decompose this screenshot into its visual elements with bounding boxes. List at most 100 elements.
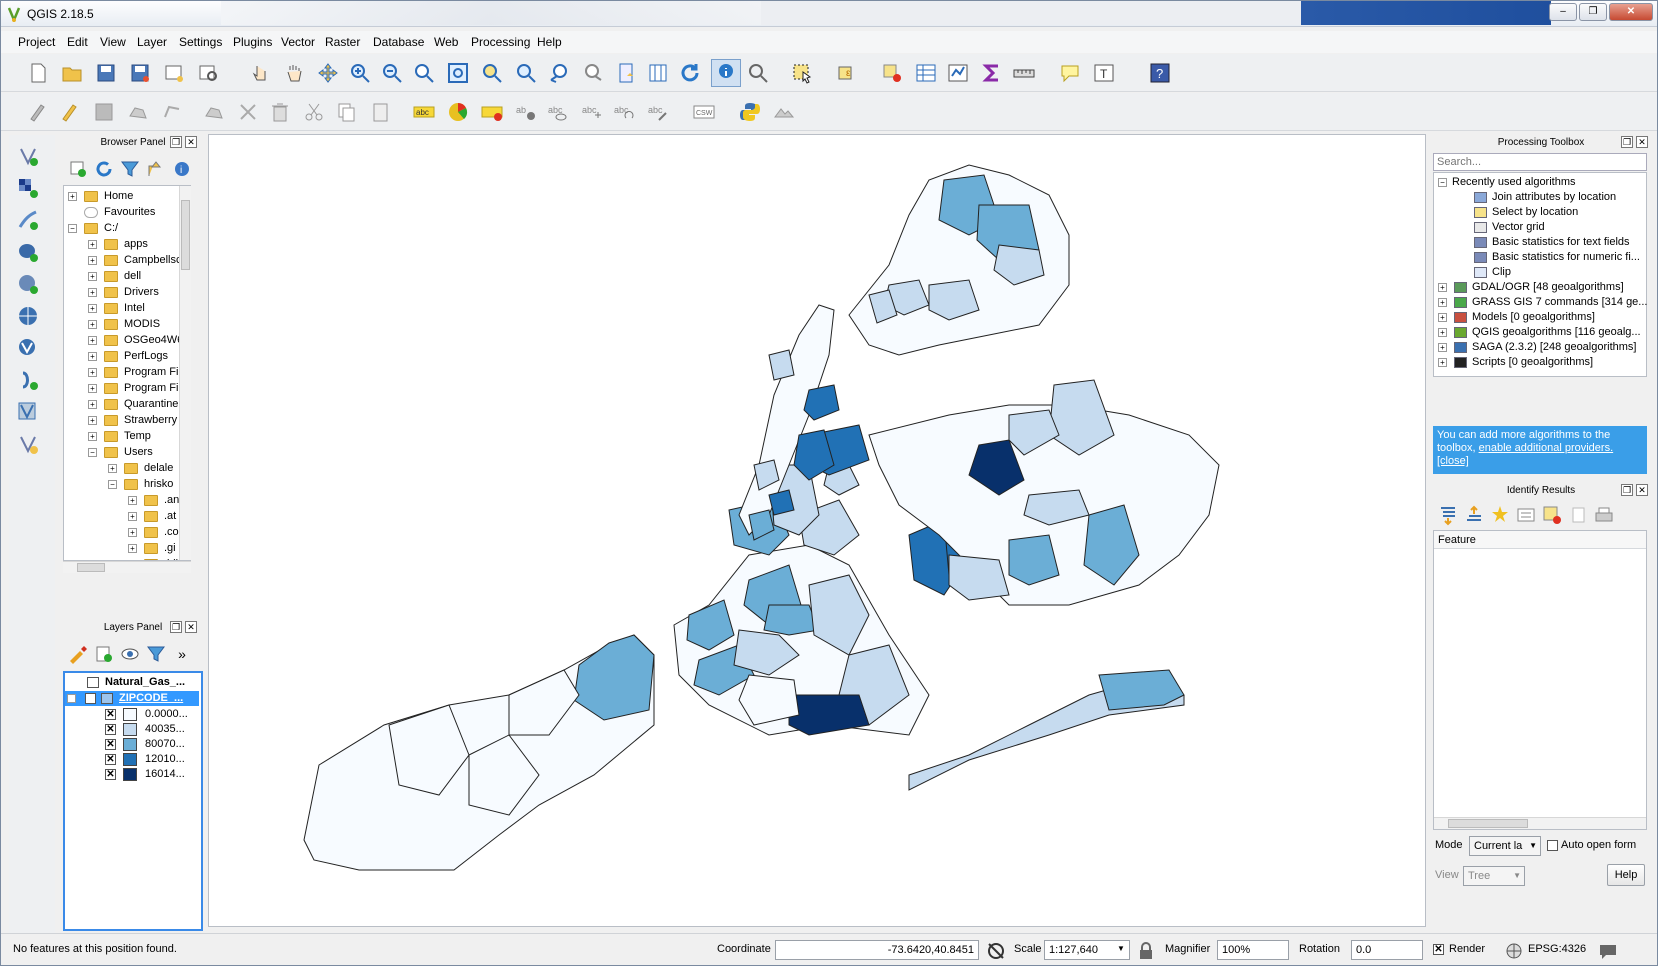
rotate-label-icon[interactable]: abc [611, 99, 637, 125]
show-hide-labels-icon[interactable]: abc [545, 99, 571, 125]
expand-icon[interactable]: + [88, 432, 97, 441]
help-button[interactable]: Help [1607, 864, 1645, 886]
new-shapefile-icon[interactable] [15, 431, 41, 457]
expand-icon[interactable]: − [68, 224, 77, 233]
zoom-full-icon[interactable] [445, 60, 471, 86]
menu-layer[interactable]: Layer [137, 35, 167, 49]
expand-icon[interactable]: + [88, 256, 97, 265]
move-label-icon[interactable]: abc [579, 99, 605, 125]
expand-icon[interactable]: + [1438, 283, 1447, 292]
close-info-link[interactable]: [close] [1437, 455, 1469, 467]
zipcode-polygon[interactable] [768, 349, 795, 381]
add-raster-layer-icon[interactable] [15, 175, 41, 201]
menu-view[interactable]: View [100, 35, 126, 49]
add-postgis-layer-icon[interactable] [15, 239, 41, 265]
zipcode-polygon[interactable] [763, 604, 820, 636]
legend-class-checkbox[interactable]: ✕ [105, 739, 116, 750]
filter-legend-icon[interactable] [143, 641, 169, 667]
current-edits-icon[interactable] [25, 99, 51, 125]
diagram-icon[interactable] [445, 99, 471, 125]
collapse-tree-icon[interactable] [1461, 502, 1487, 528]
identify-icon[interactable] [711, 59, 741, 87]
legend-class-checkbox[interactable]: ✕ [105, 769, 116, 780]
scroll-thumb[interactable] [1448, 819, 1528, 828]
expand-icon[interactable]: + [88, 384, 97, 393]
add-spatialite-layer-icon[interactable] [15, 271, 41, 297]
sum-icon[interactable] [979, 60, 1005, 86]
close-panel-button[interactable]: ✕ [185, 136, 197, 148]
zoom-in-icon[interactable] [347, 60, 373, 86]
menu-project[interactable]: Project [18, 35, 55, 49]
expand-icon[interactable]: + [88, 352, 97, 361]
properties-info-icon[interactable]: i [169, 156, 195, 182]
collapse-all-icon[interactable] [143, 156, 169, 182]
rotation-field[interactable]: 0.0 [1351, 940, 1423, 960]
zoom-to-layer-icon[interactable] [513, 60, 539, 86]
cut-icon[interactable] [301, 99, 327, 125]
node-tool-icon[interactable] [201, 99, 227, 125]
crs-label[interactable]: EPSG:4326 [1528, 943, 1586, 955]
copy-icon[interactable] [333, 99, 359, 125]
new-print-composer-icon[interactable] [161, 60, 187, 86]
lock-scale-icon[interactable] [1133, 938, 1159, 964]
minimize-button[interactable]: – [1549, 3, 1577, 21]
expand-icon[interactable]: + [88, 400, 97, 409]
menu-vector[interactable]: Vector [281, 35, 315, 49]
delete-selected-icon[interactable] [235, 99, 261, 125]
zoom-last-icon[interactable] [547, 60, 573, 86]
expand-icon[interactable]: + [108, 464, 117, 473]
zoom-to-selection-icon[interactable] [479, 60, 505, 86]
toolbox-search-input[interactable] [1433, 153, 1647, 171]
expand-icon[interactable]: + [88, 288, 97, 297]
move-feature-icon[interactable] [159, 99, 185, 125]
crs-globe-icon[interactable] [1501, 938, 1527, 964]
add-virtual-layer-icon[interactable] [15, 367, 41, 393]
maximize-button[interactable]: ❐ [1579, 3, 1607, 21]
python-icon[interactable] [737, 99, 763, 125]
clear-results-icon[interactable] [1539, 502, 1565, 528]
menu-edit[interactable]: Edit [67, 35, 88, 49]
menu-help[interactable]: Help [537, 35, 562, 49]
save-project-icon[interactable] [93, 60, 119, 86]
zipcode-polygon[interactable] [948, 554, 1010, 601]
expand-tree-icon[interactable] [1435, 502, 1461, 528]
deselect-icon[interactable] [879, 60, 905, 86]
layer-visibility-checkbox[interactable]: ✕ [85, 693, 96, 704]
zoom-native-icon[interactable] [411, 60, 437, 86]
map-canvas[interactable] [208, 134, 1426, 927]
add-group-icon[interactable] [91, 641, 117, 667]
labeling-icon[interactable]: abc [411, 99, 437, 125]
collapse-icon[interactable]: − [67, 694, 76, 703]
paste-icon[interactable] [367, 99, 393, 125]
map-tips-bubble-icon[interactable] [1057, 60, 1083, 86]
refresh-icon[interactable] [677, 60, 703, 86]
expand-icon[interactable]: + [1438, 328, 1447, 337]
close-button[interactable]: ✕ [1609, 3, 1653, 21]
float-panel-button[interactable]: ❐ [170, 136, 182, 148]
expand-icon[interactable]: + [88, 304, 97, 313]
expand-icon[interactable]: + [1438, 358, 1447, 367]
measure-icon[interactable] [1011, 60, 1037, 86]
expand-icon[interactable]: + [88, 368, 97, 377]
save-edits-icon[interactable] [91, 99, 117, 125]
show-bookmarks-icon[interactable] [645, 60, 671, 86]
add-delimited-text-icon[interactable] [15, 207, 41, 233]
render-checkbox[interactable]: ✕ [1433, 944, 1444, 955]
expand-icon[interactable]: + [128, 528, 137, 537]
change-label-icon[interactable]: abc [645, 99, 671, 125]
open-project-icon[interactable] [59, 60, 85, 86]
zipcode-polygon[interactable] [573, 634, 655, 721]
expand-icon[interactable]: + [88, 320, 97, 329]
add-wcs-layer-icon[interactable] [15, 399, 41, 425]
help-icon[interactable]: ? [1147, 60, 1173, 86]
expand-icon[interactable]: + [128, 512, 137, 521]
composer-manager-icon[interactable] [195, 60, 221, 86]
trash-icon[interactable] [267, 99, 293, 125]
add-vector-layer-icon[interactable] [15, 143, 41, 169]
expand-icon[interactable]: + [88, 336, 97, 345]
field-calculator-icon[interactable] [945, 60, 971, 86]
scroll-thumb[interactable] [77, 563, 105, 572]
legend-class-checkbox[interactable]: ✕ [105, 724, 116, 735]
open-form-icon[interactable] [1513, 502, 1539, 528]
expand-icon[interactable]: − [88, 448, 97, 457]
